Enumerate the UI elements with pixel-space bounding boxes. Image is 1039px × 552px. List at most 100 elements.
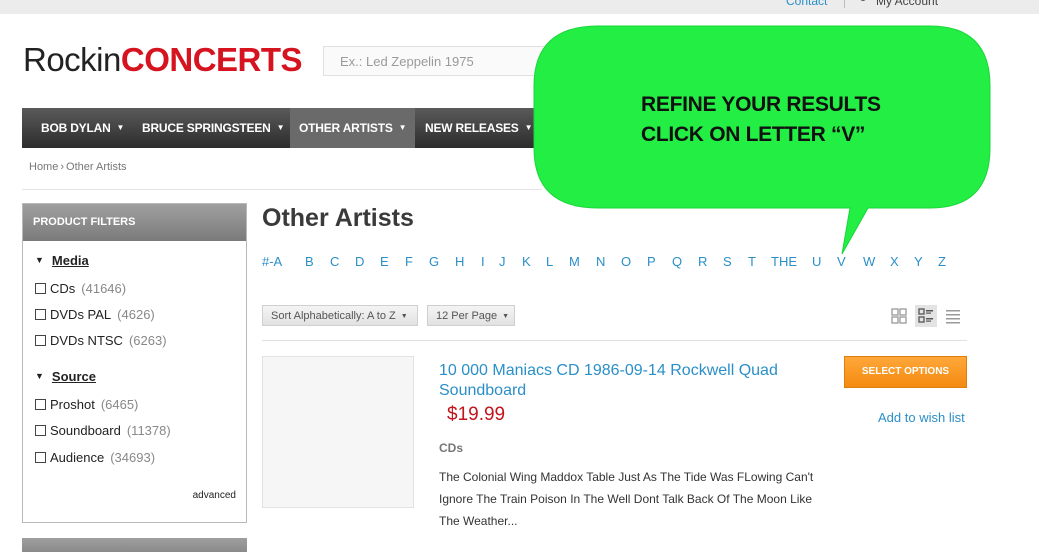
breadcrumb-separator-icon: ›	[60, 161, 65, 173]
list-view-icon[interactable]	[915, 305, 937, 327]
checkbox[interactable]	[35, 335, 46, 346]
filter-option-proshot[interactable]: Proshot (6465)	[35, 397, 138, 412]
chevron-down-icon: ▼	[116, 123, 125, 132]
letter-link[interactable]: T	[748, 254, 756, 269]
letter-link[interactable]: K	[522, 254, 531, 269]
nav-item-label: OTHER ARTISTS	[299, 121, 393, 135]
letter-link[interactable]: B	[305, 254, 314, 269]
filter-option-count: (6465)	[100, 397, 139, 412]
letter-link[interactable]: N	[596, 254, 605, 269]
letter-link[interactable]: G	[429, 254, 439, 269]
letter-link[interactable]: H	[455, 254, 464, 269]
letter-link[interactable]: Q	[672, 254, 682, 269]
filter-option-count: (4626)	[117, 307, 155, 322]
letter-link[interactable]: Z	[938, 254, 946, 269]
contact-link[interactable]: Contact	[786, 0, 827, 8]
filter-option-cds[interactable]: CDs (41646)	[35, 281, 126, 296]
product-filters-header: Product Filters	[23, 204, 246, 241]
logo-part-1: Rockin	[23, 41, 121, 78]
site-logo[interactable]: RockinCONCERTS	[23, 41, 303, 78]
filter-option-count: (6263)	[128, 333, 167, 348]
breadcrumb: Home › Other Artists	[29, 161, 127, 173]
add-to-wishlist-link[interactable]: Add to wish list	[878, 410, 965, 425]
letter-link[interactable]: M	[569, 254, 580, 269]
filter-group-media[interactable]: ▼ Media	[35, 253, 89, 268]
breadcrumb-home[interactable]: Home	[29, 161, 58, 173]
letter-link[interactable]: THE	[771, 254, 797, 269]
filter-option-dvds-pal[interactable]: DVDs PAL (4626)	[35, 307, 155, 322]
filter-group-title: Media	[51, 253, 89, 268]
nav-item-new-releases[interactable]: NEW RELEASES ▼	[425, 108, 533, 148]
filter-option-label: Proshot	[50, 397, 95, 412]
chevron-down-icon: ▼	[502, 313, 510, 320]
nav-item-bob-dylan[interactable]: BOB DYLAN ▼	[41, 108, 124, 148]
logo-part-2: CONCERTS	[120, 41, 303, 78]
letter-link[interactable]: E	[380, 254, 389, 269]
search-input[interactable]: Ex.: Led Zeppelin 1975	[323, 46, 553, 76]
callout-line-1: REFINE YOUR RESULTS	[641, 93, 881, 116]
nav-item-label: BOB DYLAN	[41, 121, 111, 135]
letter-link[interactable]: D	[355, 254, 364, 269]
letter-link[interactable]: Y	[914, 254, 923, 269]
product-image[interactable]	[262, 356, 414, 508]
select-options-button[interactable]: Select Options	[844, 356, 967, 388]
compact-list-icon[interactable]	[945, 308, 961, 324]
letter-link[interactable]: C	[330, 254, 339, 269]
page-title: Other Artists	[262, 204, 414, 232]
secondary-panel-header	[22, 538, 247, 552]
breadcrumb-current: Other Artists	[66, 161, 127, 173]
main-nav: BOB DYLAN ▼ BRUCE SPRINGSTEEN ▼ OTHER ARTI…	[22, 108, 542, 148]
product-category: CDs	[439, 441, 464, 455]
filter-option-count: (11378)	[126, 423, 171, 438]
letter-link[interactable]: X	[890, 254, 899, 269]
filter-group-source[interactable]: ▼ Source	[35, 369, 96, 384]
per-page-dropdown-label: 12 Per Page	[436, 310, 498, 322]
filter-option-label: CDs	[50, 281, 76, 296]
user-icon[interactable]	[857, 0, 869, 4]
checkbox[interactable]	[35, 309, 46, 320]
letter-link[interactable]: O	[621, 254, 631, 269]
nav-item-other-artists[interactable]: OTHER ARTISTS ▼	[290, 108, 416, 148]
letter-link[interactable]: S	[723, 254, 732, 269]
filter-option-audience[interactable]: Audience (34693)	[35, 450, 155, 465]
my-account-link[interactable]: My Account	[876, 0, 938, 8]
checkbox[interactable]	[35, 283, 46, 294]
letter-link[interactable]: W	[863, 254, 875, 269]
topbar-divider	[844, 0, 845, 8]
advanced-link[interactable]: advanced	[193, 490, 236, 501]
callout-line-2: CLICK ON LETTER “V”	[641, 123, 866, 146]
product-filters-panel: Product Filters ▼ Media CDs (41646) DVDs P…	[22, 203, 247, 523]
checkbox[interactable]	[35, 399, 46, 410]
letter-link[interactable]: I	[481, 254, 485, 269]
callout-text: REFINE YOUR RESULTS CLICK ON LETTER “V”	[641, 90, 881, 150]
letter-link[interactable]: #-A	[262, 254, 282, 269]
filter-option-count: (41646)	[81, 281, 127, 296]
letter-link[interactable]: P	[647, 254, 656, 269]
chevron-down-icon: ▼	[276, 123, 285, 132]
letter-link-v[interactable]: V	[837, 254, 846, 269]
filter-option-label: DVDs PAL	[50, 307, 112, 322]
grid-view-icon[interactable]	[891, 308, 907, 324]
checkbox[interactable]	[35, 452, 46, 463]
triangle-down-icon: ▼	[35, 255, 44, 265]
sort-dropdown[interactable]: Sort Alphabetically: A to Z ▼	[262, 305, 418, 326]
nav-item-label: NEW RELEASES	[425, 121, 519, 135]
nav-item-bruce-springsteen[interactable]: BRUCE SPRINGSTEEN ▼	[142, 108, 285, 148]
letter-link[interactable]: F	[405, 254, 413, 269]
filter-option-label: Soundboard	[50, 423, 121, 438]
filter-option-soundboard[interactable]: Soundboard (11378)	[35, 423, 171, 438]
checkbox[interactable]	[35, 425, 46, 436]
divider	[22, 189, 542, 190]
product-title-link[interactable]: 10 000 Maniacs CD 1986-09-14 Rockwell Qu…	[439, 361, 829, 401]
sort-dropdown-label: Sort Alphabetically: A to Z	[271, 310, 396, 322]
per-page-dropdown[interactable]: 12 Per Page ▼	[427, 305, 515, 326]
filter-option-dvds-ntsc[interactable]: DVDs NTSC (6263)	[35, 333, 167, 348]
letter-link[interactable]: L	[546, 254, 553, 269]
triangle-down-icon: ▼	[35, 371, 44, 381]
letter-link[interactable]: J	[499, 254, 506, 269]
letter-link[interactable]: R	[698, 254, 707, 269]
letter-link[interactable]: U	[812, 254, 821, 269]
top-bar: Contact My Account	[0, 0, 1039, 14]
filter-option-label: Audience	[50, 450, 105, 465]
filter-group-title: Source	[51, 369, 96, 384]
